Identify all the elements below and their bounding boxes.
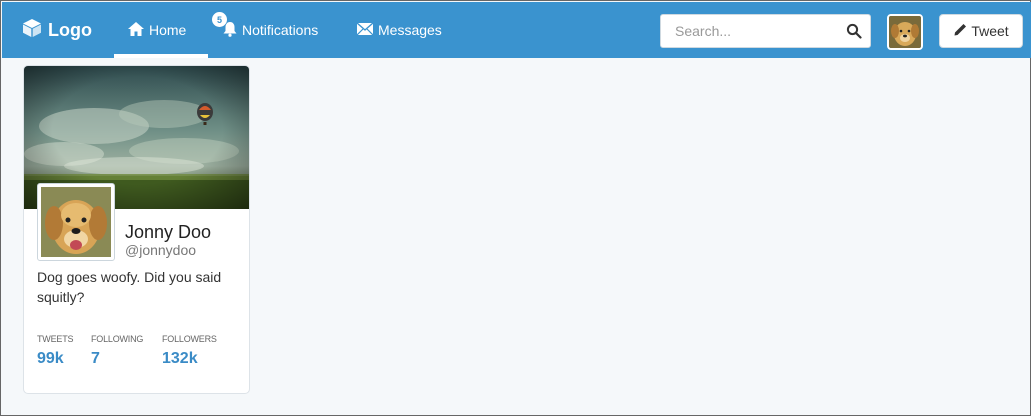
- page-frame: Logo Home 5 Notifications Messages Searc…: [0, 0, 1031, 416]
- stat-followers-label: FOLLOWERS: [162, 334, 217, 344]
- active-tab-indicator: [114, 54, 208, 58]
- user-avatar[interactable]: [887, 14, 923, 50]
- nav-messages[interactable]: Messages: [356, 2, 442, 58]
- brand-logo[interactable]: Logo: [22, 18, 92, 43]
- stat-following[interactable]: FOLLOWING 7: [91, 334, 143, 368]
- search-box: [660, 14, 871, 48]
- stat-tweets[interactable]: TWEETS 99k: [37, 334, 74, 368]
- stat-following-value: 7: [91, 350, 100, 367]
- nav-notifications[interactable]: 5 Notifications: [212, 2, 318, 58]
- profile-avatar[interactable]: [37, 183, 115, 261]
- profile-name[interactable]: Jonny Doo: [125, 222, 211, 243]
- stat-tweets-label: TWEETS: [37, 334, 74, 344]
- profile-bio: Dog goes woofy. Did you said squitly?: [37, 269, 222, 305]
- top-navbar: Logo Home 5 Notifications Messages Searc…: [2, 2, 1031, 58]
- stat-following-label: FOLLOWING: [91, 334, 144, 344]
- nav-home[interactable]: Home: [114, 2, 208, 58]
- profile-handle[interactable]: @jonnydoo: [125, 242, 196, 258]
- stat-followers[interactable]: FOLLOWERS 132k: [162, 334, 217, 368]
- profile-card: Jonny Doo @jonnydoo Dog goes woofy. Did …: [23, 65, 250, 394]
- nav-notifications-label: Notifications: [242, 22, 319, 38]
- stat-tweets-value: 99k: [37, 350, 64, 367]
- tweet-button-label: Tweet: [971, 23, 1009, 39]
- tweet-button[interactable]: Tweet: [939, 14, 1023, 48]
- notification-count-badge: 5: [212, 12, 227, 27]
- search-icon[interactable]: [846, 23, 862, 44]
- envelope-icon: [356, 22, 374, 38]
- search-input[interactable]: [661, 15, 836, 47]
- brand-label: Logo: [48, 20, 92, 40]
- stat-followers-value: 132k: [162, 350, 198, 367]
- pencil-icon: [953, 23, 967, 40]
- nav-messages-label: Messages: [378, 22, 442, 38]
- cube-icon: [22, 18, 42, 43]
- nav-home-label: Home: [149, 22, 187, 38]
- home-icon: [128, 21, 144, 39]
